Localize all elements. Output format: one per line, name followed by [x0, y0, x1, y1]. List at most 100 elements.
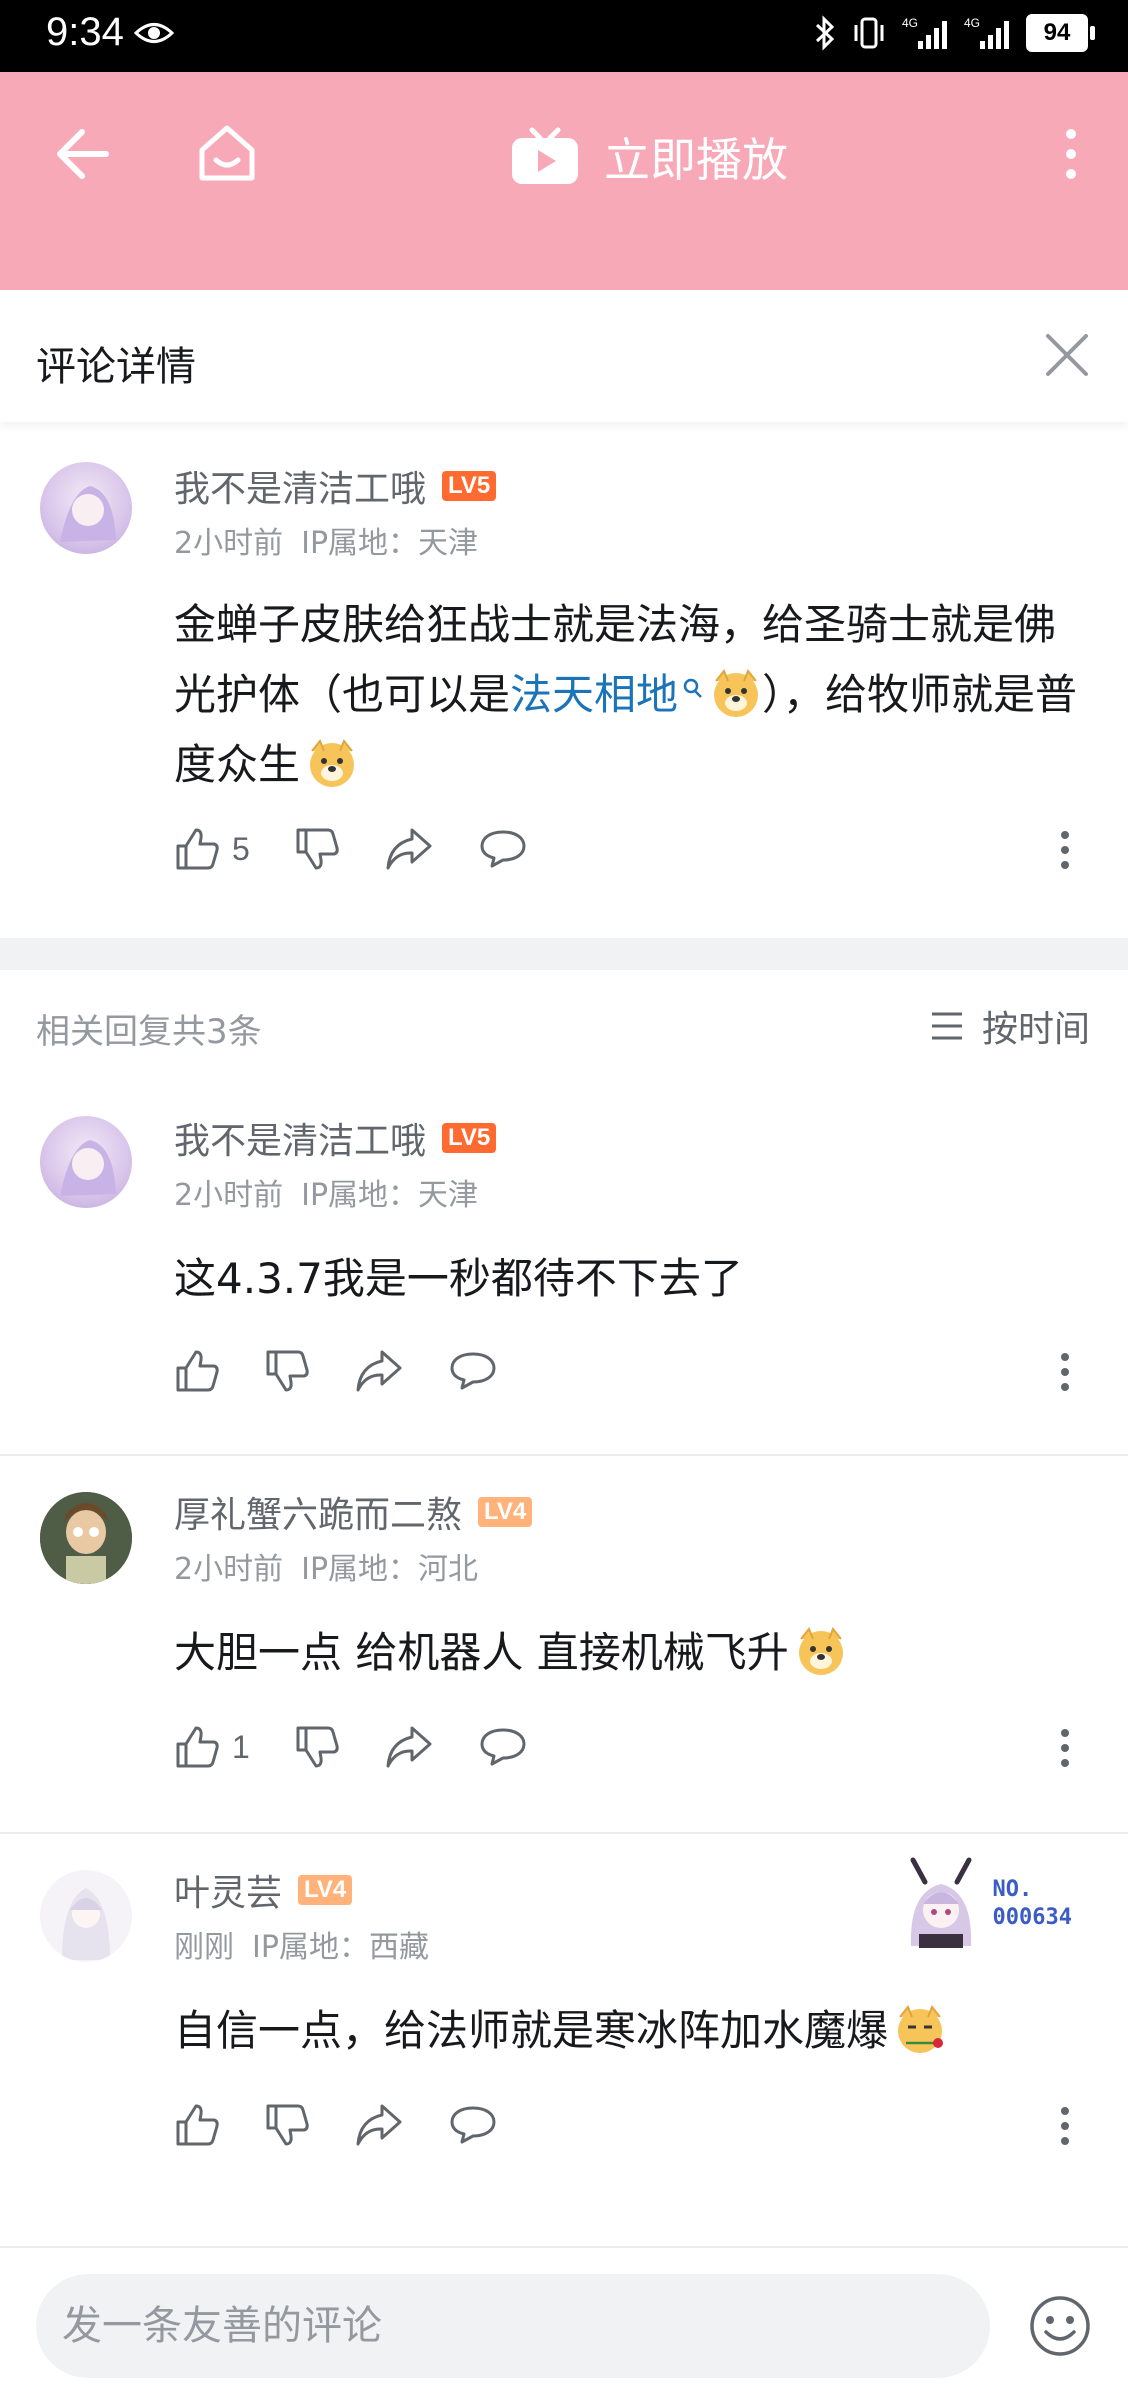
row-divider [0, 1454, 1128, 1456]
more-options-icon[interactable] [1060, 1352, 1070, 1392]
ip-location: IP属地：天津 [301, 1178, 479, 1213]
avatar[interactable] [40, 1492, 132, 1584]
username[interactable]: 厚礼蟹六跪而二熬 [174, 1486, 462, 1538]
share-icon [386, 828, 432, 870]
ip-location: IP属地：河北 [301, 1552, 479, 1587]
avatar-art-icon [62, 1888, 110, 1960]
comment-meta: 2小时前 IP属地：天津 [174, 1170, 478, 1214]
more-options-icon[interactable] [1060, 2106, 1070, 2146]
more-options-icon[interactable] [1060, 830, 1070, 870]
thumbs-up-icon [176, 1350, 219, 1392]
comment-text: 自信一点，给法师就是寒冰阵加水魔爆 [174, 1996, 1084, 2066]
username[interactable]: 叶灵芸 [174, 1864, 282, 1916]
replies-header: 相关回复共3条 按时间 [0, 970, 1128, 1078]
comment-bubble-icon [480, 830, 526, 868]
level-badge: LV5 [442, 1123, 497, 1153]
username-row: 我不是清洁工哦 LV5 [174, 460, 497, 512]
doge-emoji-icon [714, 669, 759, 717]
back-arrow-icon[interactable] [54, 128, 110, 180]
level-badge: LV4 [298, 1875, 353, 1905]
username-row: 我不是清洁工哦 LV5 [174, 1112, 497, 1164]
comment-text: 这4.3.7我是一秒都待不下去了 [174, 1254, 743, 1303]
dislike-button[interactable] [294, 1724, 340, 1770]
comment-input[interactable]: 发一条友善的评论 [36, 2274, 990, 2378]
reply-item: 我不是清洁工哦 LV5 2小时前 IP属地：天津 这4.3.7我是一秒都待不下去了 [0, 1082, 1128, 1452]
avatar[interactable] [40, 1116, 132, 1208]
search-link[interactable]: 法天相地 [510, 670, 704, 719]
row-divider [0, 1832, 1128, 1834]
thumbs-up-icon [176, 2104, 219, 2146]
reply-button[interactable] [478, 826, 528, 872]
app-bar: 立即播放 [0, 72, 1128, 290]
comment-detail-header: 评论详情 [0, 290, 1128, 422]
share-button[interactable] [354, 1348, 404, 1394]
reply-button[interactable] [478, 1724, 528, 1770]
status-time: 9:34 [46, 10, 124, 54]
home-icon[interactable] [196, 122, 258, 184]
share-button[interactable] [354, 2102, 404, 2148]
more-vertical-icon[interactable] [1064, 128, 1078, 180]
comment-time: 2小时前 [174, 1552, 284, 1587]
comment-actions [174, 1348, 542, 1394]
reply-item: 厚礼蟹六跪而二熬 LV4 2小时前 IP属地：河北 大胆一点 给机器人 直接机械飞… [0, 1458, 1128, 1828]
eye-icon [134, 23, 174, 43]
comment-text: 大胆一点 给机器人 直接机械飞升 [174, 1618, 1084, 1688]
level-badge: LV5 [442, 471, 497, 501]
doge-emoji-icon [798, 1627, 843, 1675]
thumbs-down-icon [266, 1350, 309, 1392]
ip-location: IP属地：天津 [301, 526, 479, 561]
comment-input-bar: 发一条友善的评论 [0, 2246, 1128, 2402]
reply-item: 叶灵芸 LV4 刚刚 IP属地：西藏 NO. 000634 自信一点，给法师就是寒冰… [0, 1836, 1128, 2206]
comment-time: 刚刚 [174, 1930, 234, 1965]
share-icon [356, 2104, 402, 2146]
thumbs-down-icon [296, 828, 339, 870]
comment-time: 2小时前 [174, 1178, 284, 1213]
username-row: 厚礼蟹六跪而二熬 LV4 [174, 1486, 533, 1538]
sort-label: 按时间 [981, 1009, 1090, 1050]
like-button[interactable] [174, 1348, 220, 1394]
play-now-button[interactable]: 立即播放 [510, 124, 788, 190]
play-now-label: 立即播放 [604, 133, 788, 187]
comment-bubble-icon [450, 2106, 496, 2144]
comment-bubble-icon [480, 1728, 526, 1766]
username-row: 叶灵芸 LV4 [174, 1864, 353, 1916]
reply-count: 相关回复共3条 [36, 1012, 262, 1052]
battery-indicator: 94 [1026, 14, 1095, 52]
like-button[interactable]: 1 [174, 1724, 250, 1770]
comment-meta: 刚刚 IP属地：西藏 [174, 1922, 429, 1966]
main-comment: 我不是清洁工哦 LV5 2小时前 IP属地：天津 金蝉子皮肤给狂战士就是法海，给圣… [0, 430, 1128, 936]
avatar-art-icon [60, 1140, 116, 1196]
avatar[interactable] [40, 1870, 132, 1962]
avatar[interactable] [40, 462, 132, 554]
thumbs-down-icon [296, 1726, 339, 1768]
level-badge: LV4 [478, 1497, 533, 1527]
comment-actions: 5 [174, 826, 572, 872]
svg-text:4G: 4G [964, 16, 980, 30]
avatar-art-icon [40, 1492, 132, 1584]
share-button[interactable] [384, 826, 434, 872]
badge-number: NO. 000634 [992, 1877, 1072, 1930]
sort-toggle[interactable]: 按时间 [930, 1000, 1090, 1052]
dislike-button[interactable] [294, 826, 340, 872]
fan-badge[interactable]: NO. 000634 [899, 1856, 1072, 1952]
reply-button[interactable] [448, 1348, 498, 1394]
bluetooth-icon [815, 15, 835, 51]
comment-text: 金蝉子皮肤给狂战士就是法海，给圣骑士就是佛光护体（也可以是法天相地 ），给牧师就是… [174, 600, 1078, 789]
dislike-button[interactable] [264, 1348, 310, 1394]
like-button[interactable] [174, 2102, 220, 2148]
username[interactable]: 我不是清洁工哦 [174, 460, 426, 512]
emoji-smile-icon[interactable] [1028, 2294, 1092, 2358]
more-options-icon[interactable] [1060, 1728, 1070, 1768]
like-button[interactable]: 5 [174, 826, 250, 872]
comment-time: 2小时前 [174, 526, 284, 561]
dislike-button[interactable] [264, 2102, 310, 2148]
username[interactable]: 我不是清洁工哦 [174, 1112, 426, 1164]
list-sort-icon [931, 1012, 962, 1040]
signal-icon: 4G [902, 16, 947, 49]
share-icon [386, 1726, 432, 1768]
share-button[interactable] [384, 1724, 434, 1770]
reply-button[interactable] [448, 2102, 498, 2148]
avatar-art-icon [60, 486, 116, 542]
like-count: 5 [232, 830, 250, 867]
close-icon[interactable] [1044, 332, 1090, 378]
